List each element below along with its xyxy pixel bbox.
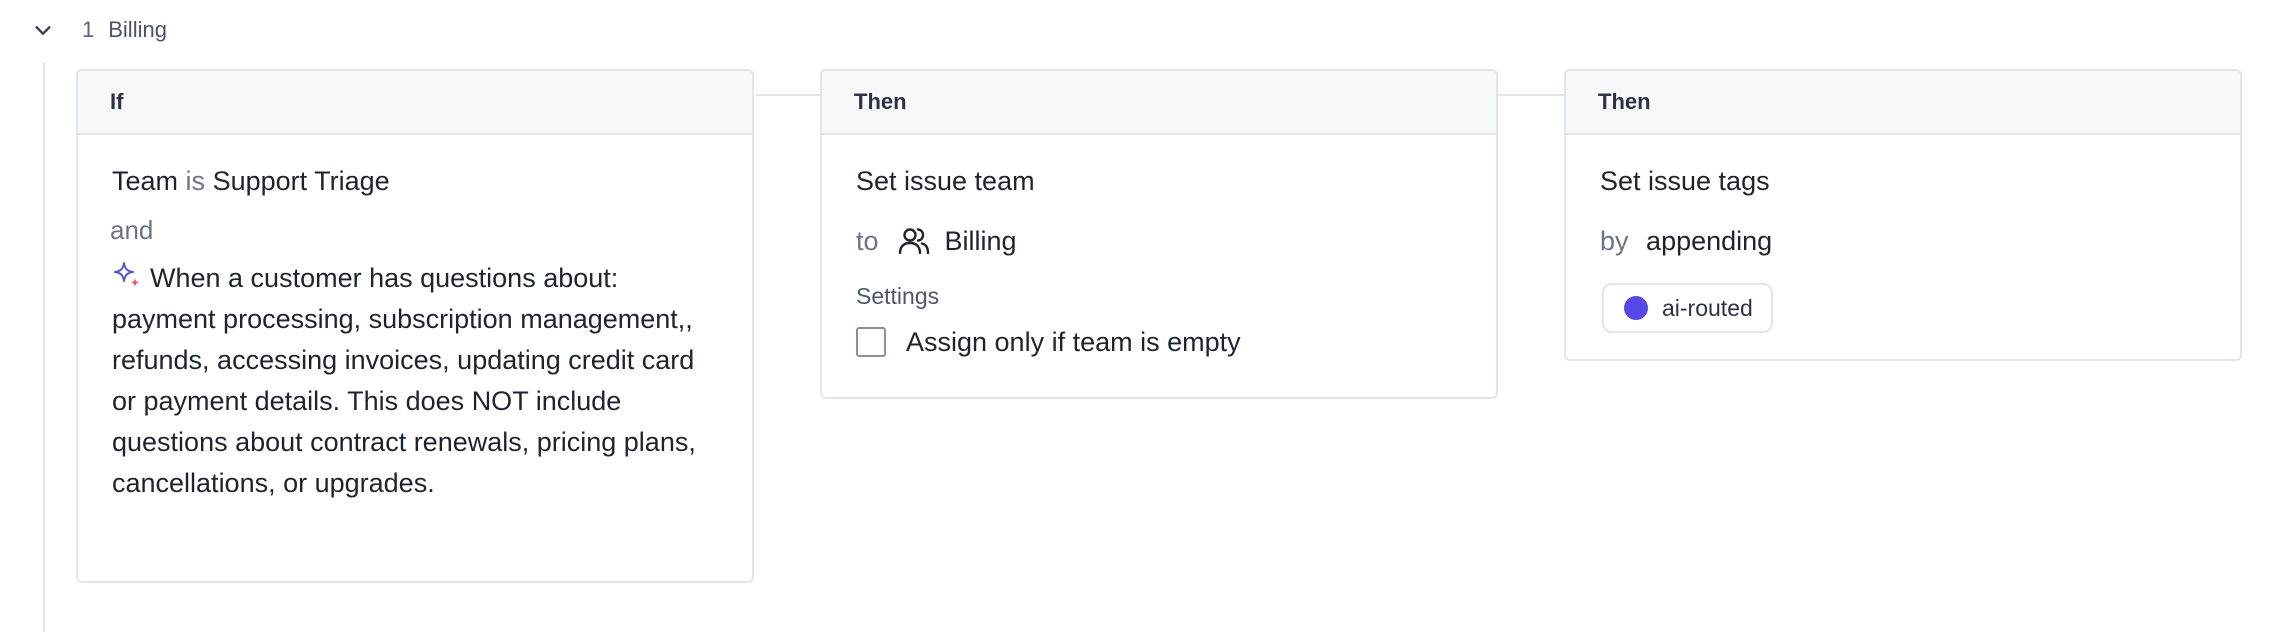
tree-line: [43, 62, 45, 632]
action-title: Set issue team: [856, 166, 1035, 196]
rule-number: 1: [82, 17, 95, 42]
connector-line: [1498, 94, 1564, 96]
chevron-down-icon[interactable]: [28, 15, 58, 45]
condition-value: Support Triage: [212, 166, 390, 196]
assign-empty-option[interactable]: Assign only if team is empty: [856, 322, 1462, 362]
tag-chip[interactable]: ai-routed: [1602, 283, 1773, 333]
condition-field: Team: [112, 166, 179, 196]
ai-condition[interactable]: When a customer has questions about: pay…: [112, 258, 718, 504]
tag-label: ai-routed: [1662, 294, 1753, 321]
tag-mode[interactable]: by appending: [1600, 221, 2206, 261]
rule-header: 1 Billing: [28, 12, 167, 48]
sparkle-icon: [112, 260, 142, 290]
checkbox-label: Assign only if team is empty: [906, 327, 1241, 357]
then-team-header: Then: [822, 71, 1496, 135]
ai-condition-text: When a customer has questions about: pay…: [112, 263, 696, 498]
tag-color-dot: [1624, 296, 1648, 320]
conjunction-label: and: [110, 215, 154, 245]
mode-value: appending: [1646, 226, 1773, 256]
condition-line[interactable]: Team is Support Triage: [112, 161, 718, 201]
if-card[interactable]: If Team is Support Triage and When a cus…: [76, 69, 754, 583]
then-team-card[interactable]: Then Set issue team to Billing Settings …: [820, 69, 1498, 399]
assign-empty-checkbox[interactable]: [856, 327, 886, 357]
then-tags-card[interactable]: Then Set issue tags by appending ai-rout…: [1564, 69, 2242, 361]
if-card-header: If: [78, 71, 752, 135]
by-label: by: [1600, 226, 1629, 256]
condition-operator: is: [185, 166, 206, 196]
then-tags-header: Then: [1566, 71, 2240, 135]
to-label: to: [856, 226, 879, 256]
settings-label: Settings: [856, 283, 940, 309]
team-selector[interactable]: to Billing: [856, 221, 1462, 261]
team-value: Billing: [944, 226, 1017, 256]
connector-line: [756, 94, 820, 96]
users-icon: [897, 224, 931, 258]
action-title: Set issue tags: [1600, 166, 1770, 196]
rule-name[interactable]: Billing: [108, 17, 167, 43]
